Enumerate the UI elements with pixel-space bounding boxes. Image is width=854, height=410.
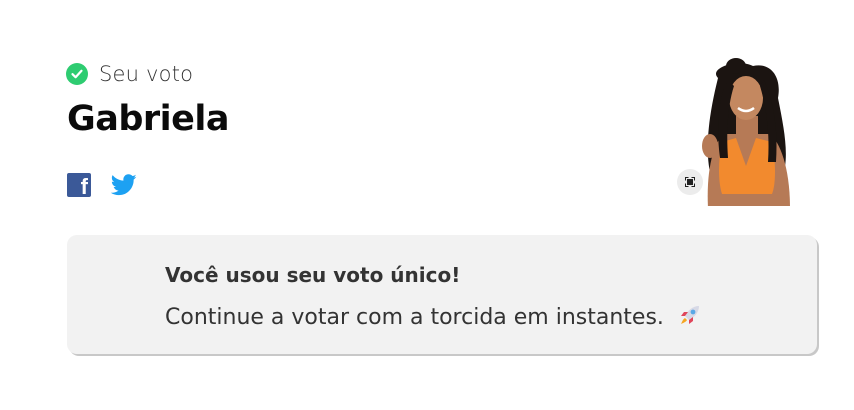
rocket-icon xyxy=(677,302,703,328)
vote-header: Seu voto xyxy=(66,62,193,86)
notice-title: Você usou seu voto único! xyxy=(165,263,461,287)
vote-used-notice: Você usou seu voto único! Continue a vot… xyxy=(67,235,817,354)
expand-photo-button[interactable] xyxy=(677,169,703,195)
twitter-share-icon[interactable] xyxy=(110,174,137,196)
notice-text: Continue a votar com a torcida em instan… xyxy=(165,305,664,330)
candidate-name: Gabriela xyxy=(67,99,230,139)
facebook-share-icon[interactable]: f xyxy=(67,173,91,197)
notice-text-row: Continue a votar com a torcida em instan… xyxy=(165,302,703,330)
vote-label: Seu voto xyxy=(99,62,194,86)
expand-icon xyxy=(684,173,696,192)
vote-confirmation-page: Seu voto Gabriela f Você usou seu voto ú… xyxy=(0,0,854,410)
facebook-glyph: f xyxy=(80,174,88,198)
check-circle-icon xyxy=(66,63,88,85)
share-buttons: f xyxy=(67,173,137,197)
